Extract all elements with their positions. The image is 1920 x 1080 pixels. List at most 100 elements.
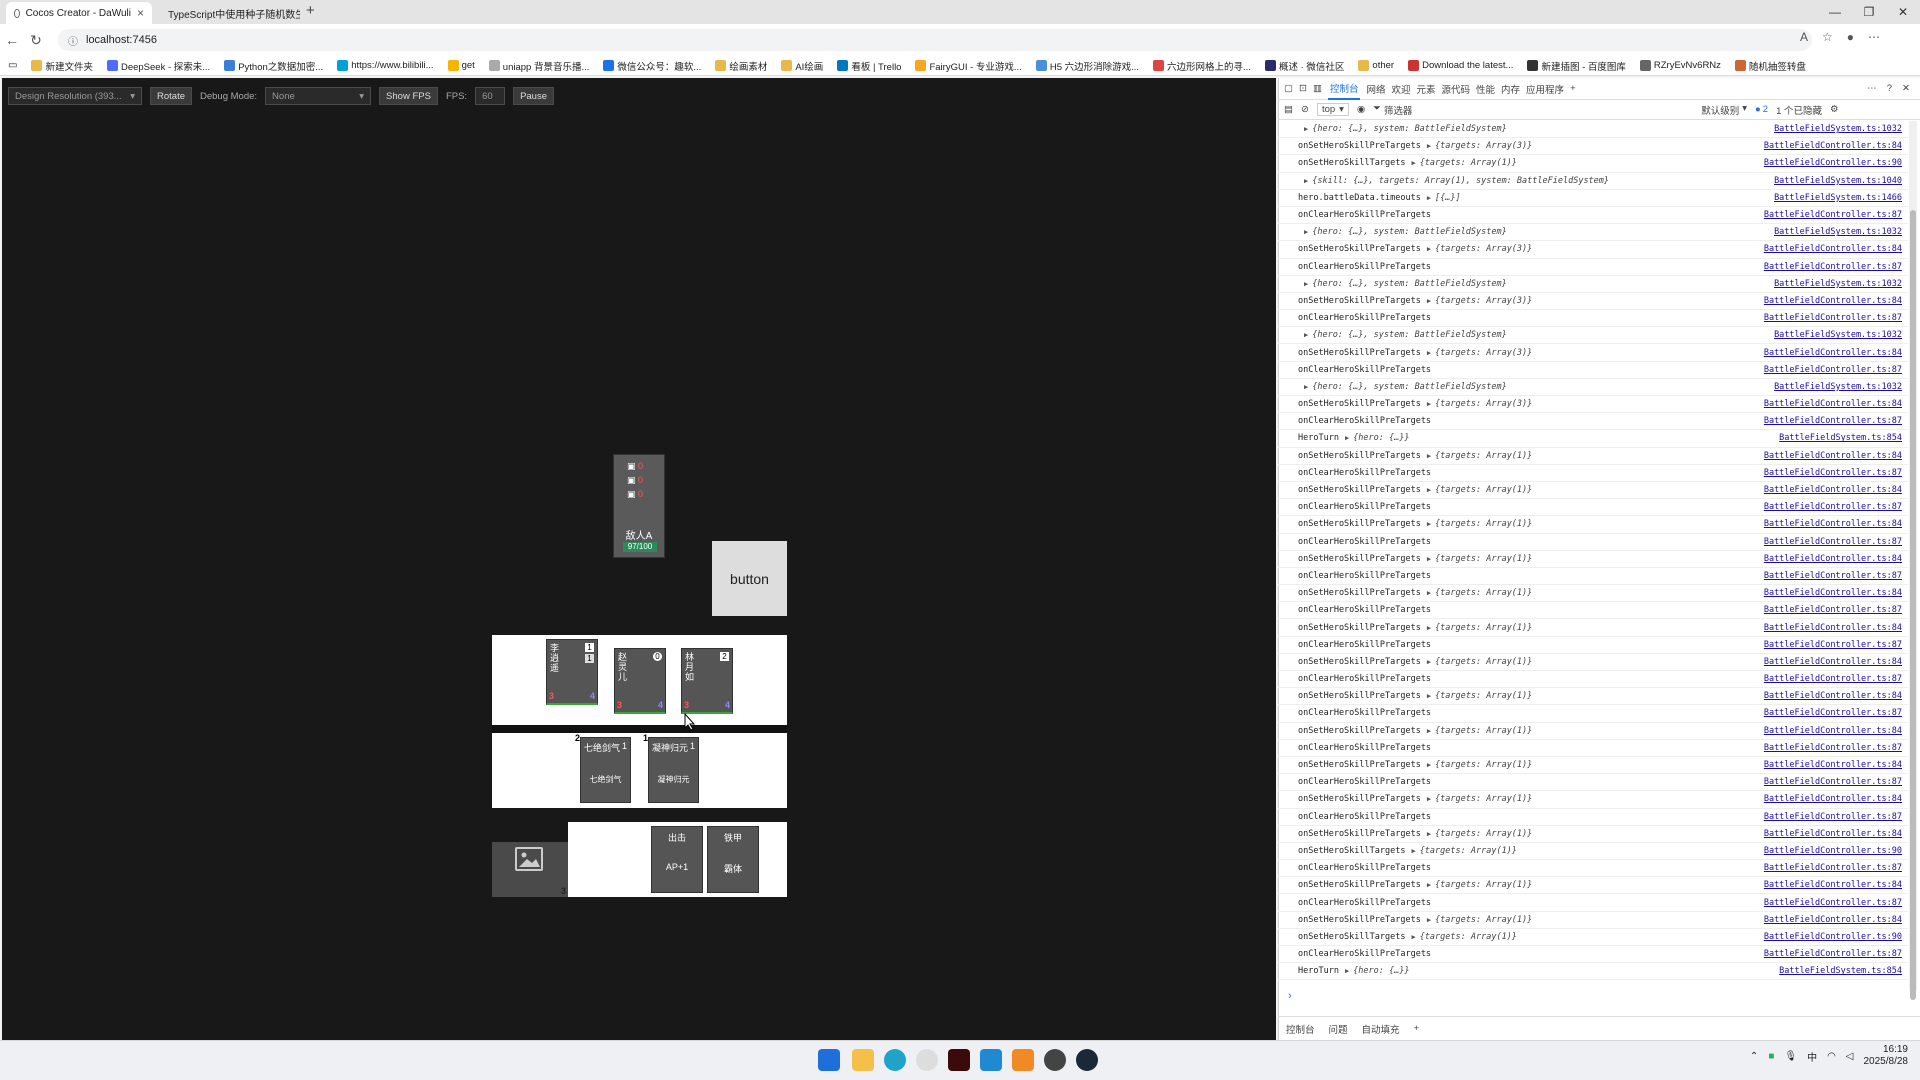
console-log-row[interactable]: onClearHeroSkillPreTargets BattleFieldCon… bbox=[1278, 637, 1908, 654]
log-source-link[interactable]: BattleFieldController.ts:84 bbox=[1764, 244, 1902, 254]
volume-icon[interactable]: ◁ bbox=[1846, 1051, 1854, 1062]
console-log-row[interactable]: onSetHeroSkillPreTargets ▶ {targets: Array… bbox=[1278, 757, 1908, 775]
log-source-link[interactable]: BattleFieldController.ts:84 bbox=[1764, 399, 1902, 409]
bookmarks-toggle-icon[interactable]: ▭ bbox=[8, 60, 17, 71]
expand-arrow-icon[interactable]: ▶ bbox=[1427, 624, 1431, 632]
expand-arrow-icon[interactable]: ▶ bbox=[1427, 881, 1431, 889]
log-object[interactable]: ▶ {targets: Array(1)} bbox=[1427, 829, 1532, 839]
expand-arrow-icon[interactable]: ▶ bbox=[1427, 194, 1431, 202]
deck-pile[interactable]: 3 bbox=[492, 842, 568, 897]
console-log-row[interactable]: onSetHeroSkillPreTargets ▶ {targets: Array… bbox=[1278, 344, 1908, 362]
expand-arrow-icon[interactable]: ▶ bbox=[1427, 349, 1431, 357]
app-icon[interactable] bbox=[1012, 1049, 1034, 1071]
log-object[interactable]: ▶ {targets: Array(1)} bbox=[1411, 846, 1516, 856]
log-source-link[interactable]: BattleFieldController.ts:84 bbox=[1764, 657, 1902, 667]
expand-arrow-icon[interactable]: ▶ bbox=[1427, 761, 1431, 769]
console-log-row[interactable]: onSetHeroSkillTargets ▶ {targets: Array(1)… bbox=[1278, 155, 1908, 173]
log-object[interactable]: ▶ {targets: Array(1)} bbox=[1427, 519, 1532, 529]
console-log-row[interactable]: onSetHeroSkillPreTargets ▶ {targets: Array… bbox=[1278, 688, 1908, 706]
hero-card[interactable]: 林 月 如 2 3 4 bbox=[681, 648, 733, 714]
expand-arrow-icon[interactable]: ▶ bbox=[1427, 452, 1431, 460]
expand-arrow-icon[interactable]: ▶ bbox=[1427, 658, 1431, 666]
expand-arrow-icon[interactable]: ▶ bbox=[1304, 383, 1308, 391]
app-icon[interactable] bbox=[948, 1049, 970, 1071]
console-log-row[interactable]: HeroTurn ▶ {hero: {…}} BattleFieldSystem.ts… bbox=[1278, 430, 1908, 448]
close-icon[interactable]: ✕ bbox=[1902, 83, 1910, 94]
log-object[interactable]: ▶ {hero: {…}, system: BattleFieldSystem} bbox=[1304, 382, 1507, 392]
console-log-row[interactable]: hero.battleData.timeouts ▶ [{…}] BattleFiel… bbox=[1278, 190, 1908, 207]
inspect-icon[interactable]: ⊡ bbox=[1299, 83, 1307, 94]
console-log-row[interactable]: onSetHeroSkillPreTargets ▶ {targets: Array… bbox=[1278, 482, 1908, 500]
log-object[interactable]: ▶ {hero: {…}, system: BattleFieldSystem} bbox=[1304, 227, 1507, 237]
log-object[interactable]: ▶ {hero: {…}, system: BattleFieldSystem} bbox=[1304, 330, 1507, 340]
start-icon[interactable] bbox=[818, 1049, 840, 1071]
log-source-link[interactable]: BattleFieldController.ts:84 bbox=[1764, 588, 1902, 598]
console-log-row[interactable]: onClearHeroSkillPreTargets BattleFieldCon… bbox=[1278, 671, 1908, 689]
log-source-link[interactable]: BattleFieldController.ts:87 bbox=[1764, 777, 1902, 787]
expand-arrow-icon[interactable]: ▶ bbox=[1427, 486, 1431, 494]
issues-badge[interactable]: ● 2 bbox=[1755, 104, 1768, 115]
log-object[interactable]: ▶ {targets: Array(1)} bbox=[1427, 485, 1532, 495]
log-source-link[interactable]: BattleFieldController.ts:87 bbox=[1764, 365, 1902, 375]
log-object[interactable]: ▶ {targets: Array(1)} bbox=[1427, 623, 1532, 633]
test-button[interactable]: button bbox=[712, 541, 787, 616]
log-source-link[interactable]: BattleFieldController.ts:84 bbox=[1764, 451, 1902, 461]
console-log-row[interactable]: onClearHeroSkillPreTargets BattleFieldCon… bbox=[1278, 499, 1908, 517]
log-source-link[interactable]: BattleFieldController.ts:87 bbox=[1764, 898, 1902, 908]
expand-arrow-icon[interactable]: ▶ bbox=[1345, 967, 1349, 975]
console-log-row[interactable]: onClearHeroSkillPreTargets BattleFieldCon… bbox=[1278, 894, 1908, 912]
design-resolution-select[interactable]: Design Resolution (393... ▾ bbox=[8, 87, 142, 105]
log-source-link[interactable]: BattleFieldController.ts:87 bbox=[1764, 537, 1902, 547]
log-source-link[interactable]: BattleFieldController.ts:84 bbox=[1764, 880, 1902, 890]
settings-icon[interactable]: ⚙ bbox=[1830, 104, 1839, 115]
log-source-link[interactable]: BattleFieldController.ts:87 bbox=[1764, 708, 1902, 718]
menu-icon[interactable]: ⋯ bbox=[1868, 30, 1880, 44]
drawer-tab-issues[interactable]: 问题 bbox=[1329, 1022, 1348, 1036]
favorite-icon[interactable]: ☆ bbox=[1822, 30, 1833, 44]
vscode-icon[interactable] bbox=[980, 1049, 1002, 1071]
steam-icon[interactable] bbox=[1076, 1049, 1098, 1071]
bookmark-item[interactable]: 新建插图 - 百度图库 bbox=[1527, 59, 1626, 73]
close-icon[interactable]: × bbox=[137, 6, 144, 20]
log-object[interactable]: ▶ {hero: {…}, system: BattleFieldSystem} bbox=[1304, 279, 1507, 289]
log-object[interactable]: ▶ {hero: {…}} bbox=[1345, 433, 1410, 443]
console-log-row[interactable]: onSetHeroSkillPreTargets ▶ {targets: Array… bbox=[1278, 791, 1908, 809]
read-aloud-icon[interactable]: A bbox=[1800, 30, 1808, 44]
log-object[interactable]: ▶ {targets: Array(1)} bbox=[1427, 451, 1532, 461]
expand-arrow-icon[interactable]: ▶ bbox=[1411, 159, 1415, 167]
log-source-link[interactable]: BattleFieldSystem.ts:1032 bbox=[1774, 382, 1902, 392]
log-object[interactable]: ▶ {targets: Array(1)} bbox=[1427, 691, 1532, 701]
sidebar-toggle-icon[interactable]: ▤ bbox=[1284, 104, 1293, 115]
file-explorer-icon[interactable] bbox=[852, 1049, 874, 1071]
console-log-row[interactable]: onClearHeroSkillPreTargets BattleFieldCon… bbox=[1278, 534, 1908, 551]
app-icon[interactable] bbox=[1044, 1049, 1066, 1071]
log-object[interactable]: ▶ {targets: Array(1)} bbox=[1427, 880, 1532, 890]
expand-arrow-icon[interactable]: ▶ bbox=[1427, 916, 1431, 924]
console-log-row[interactable]: onClearHeroSkillPreTargets BattleFieldCon… bbox=[1278, 413, 1908, 431]
expand-arrow-icon[interactable]: ▶ bbox=[1304, 331, 1308, 339]
console-log-row[interactable]: ▶ {skill: {…}, targets: Array(1), system:… bbox=[1278, 173, 1908, 190]
reload-icon[interactable]: ↻ bbox=[24, 28, 48, 52]
bookmark-item[interactable]: uniapp 背景音乐播... bbox=[488, 59, 589, 73]
mic-icon[interactable]: 🎙 bbox=[1784, 1051, 1797, 1062]
bookmark-item[interactable]: RZryEvNv6RNz bbox=[1639, 60, 1721, 71]
console-log-row[interactable]: onClearHeroSkillPreTargets BattleFieldCon… bbox=[1278, 362, 1908, 379]
scrollbar-thumb[interactable] bbox=[1910, 210, 1916, 1000]
log-source-link[interactable]: BattleFieldController.ts:84 bbox=[1764, 554, 1902, 564]
console-log-row[interactable]: onClearHeroSkillPreTargets BattleFieldCon… bbox=[1278, 774, 1908, 792]
log-source-link[interactable]: BattleFieldController.ts:87 bbox=[1764, 605, 1902, 615]
log-object[interactable]: ▶ {targets: Array(3)} bbox=[1427, 141, 1532, 151]
tab-memory[interactable]: 内存 bbox=[1501, 82, 1520, 96]
expand-arrow-icon[interactable]: ▶ bbox=[1427, 297, 1431, 305]
bookmark-item[interactable]: 概述 · 微信社区 bbox=[1264, 59, 1344, 73]
eye-icon[interactable]: ◉ bbox=[1357, 104, 1365, 115]
console-log-row[interactable]: onSetHeroSkillPreTargets ▶ {targets: Array… bbox=[1278, 241, 1908, 259]
bookmark-item[interactable]: AI绘画 bbox=[781, 59, 823, 73]
close-window-icon[interactable]: ✕ bbox=[1886, 0, 1920, 24]
log-source-link[interactable]: BattleFieldController.ts:87 bbox=[1764, 863, 1902, 873]
log-source-link[interactable]: BattleFieldController.ts:84 bbox=[1764, 623, 1902, 633]
edge-icon[interactable] bbox=[884, 1049, 906, 1071]
drawer-tab-autofill[interactable]: 自动填充 bbox=[1362, 1022, 1400, 1036]
debug-mode-select[interactable]: None ▾ bbox=[265, 87, 372, 105]
log-object[interactable]: ▶ {targets: Array(1)} bbox=[1427, 794, 1532, 804]
